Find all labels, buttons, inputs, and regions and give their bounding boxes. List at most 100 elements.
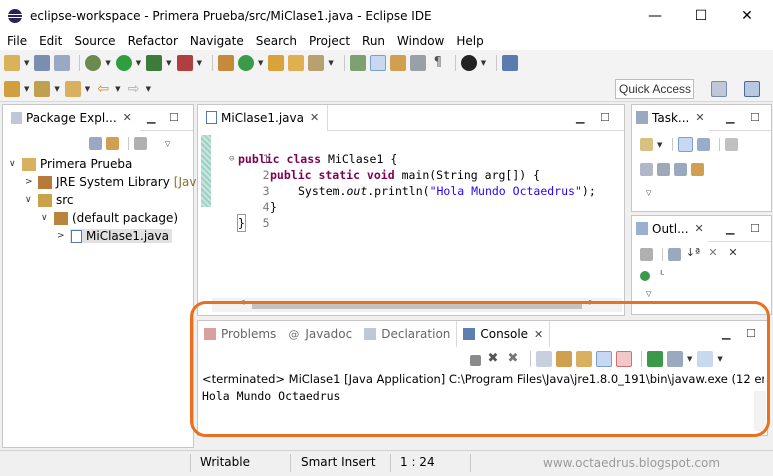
- new-java-class-icon[interactable]: [237, 55, 254, 71]
- chevron-down-icon[interactable]: ▼: [687, 355, 692, 363]
- close-button[interactable]: ✕: [724, 0, 770, 32]
- view-menu-icon[interactable]: ▽: [646, 290, 651, 298]
- menu-help[interactable]: Help: [456, 34, 483, 48]
- chevron-down-icon[interactable]: ▼: [717, 355, 722, 363]
- chevron-down-icon[interactable]: ∨: [9, 159, 19, 169]
- chevron-right-icon[interactable]: >: [57, 231, 67, 241]
- tab-declaration[interactable]: Declaration: [358, 322, 456, 346]
- hide-non-public-icon[interactable]: [640, 271, 650, 281]
- chevron-down-icon[interactable]: ▼: [54, 85, 59, 93]
- close-icon[interactable]: ✕: [534, 328, 543, 341]
- chevron-down-icon[interactable]: ▼: [166, 59, 171, 67]
- chevron-down-icon[interactable]: ▼: [146, 85, 151, 93]
- chevron-down-icon[interactable]: ▼: [115, 85, 120, 93]
- menu-project[interactable]: Project: [309, 34, 350, 48]
- coverage-icon[interactable]: [146, 55, 163, 71]
- hide-completed-icon[interactable]: [725, 138, 739, 151]
- quick-access-input[interactable]: [615, 79, 694, 99]
- tab-javadoc[interactable]: @ Javadoc: [282, 322, 358, 346]
- close-icon[interactable]: ✕: [123, 111, 132, 124]
- chevron-down-icon[interactable]: ▼: [85, 85, 90, 93]
- tab-task-list[interactable]: Task... ✕: [632, 104, 709, 131]
- forward-arrow-icon[interactable]: ⇨: [126, 81, 142, 97]
- chevron-down-icon[interactable]: ▼: [24, 85, 29, 93]
- focus-icon[interactable]: [640, 163, 653, 176]
- last-edit-icon[interactable]: [64, 81, 81, 97]
- show-on-stderr-icon[interactable]: [616, 351, 632, 367]
- clear-console-icon[interactable]: [536, 351, 552, 367]
- minimize-button[interactable]: —: [632, 0, 678, 32]
- chevron-down-icon[interactable]: ▼: [197, 59, 202, 67]
- filter-icon[interactable]: [657, 163, 670, 176]
- menu-search[interactable]: Search: [256, 34, 297, 48]
- categorized-icon[interactable]: [678, 137, 694, 152]
- maximize-button[interactable]: ☐: [678, 0, 724, 32]
- menu-edit[interactable]: Edit: [39, 34, 62, 48]
- chevron-right-icon[interactable]: >: [25, 177, 35, 187]
- close-icon[interactable]: ✕: [695, 222, 704, 235]
- next-annotation-icon[interactable]: [4, 81, 20, 97]
- menu-run[interactable]: Run: [362, 34, 385, 48]
- profile-icon[interactable]: [460, 55, 477, 71]
- show-on-stdout-icon[interactable]: [596, 351, 612, 367]
- new-icon[interactable]: [4, 55, 20, 71]
- pin-icon[interactable]: [502, 55, 519, 71]
- menu-window[interactable]: Window: [397, 34, 444, 48]
- tab-problems[interactable]: Problems: [198, 322, 282, 346]
- tab-outline[interactable]: Outl... ✕: [632, 215, 708, 242]
- tree-item-jre[interactable]: > JRE System Library [JavaS: [25, 173, 211, 191]
- scrollbar-thumb[interactable]: [252, 301, 582, 309]
- remove-launch-icon[interactable]: ✖: [485, 351, 501, 367]
- focus-icon[interactable]: [134, 137, 147, 150]
- chevron-down-icon[interactable]: ▼: [328, 59, 333, 67]
- java-perspective-icon[interactable]: [744, 81, 760, 97]
- display-selected-console-icon[interactable]: [667, 351, 683, 367]
- maximize-view-icon[interactable]: ☐: [750, 111, 760, 124]
- menu-refactor[interactable]: Refactor: [128, 34, 178, 48]
- scroll-lock-icon[interactable]: [556, 351, 572, 367]
- show-whitespace-icon[interactable]: ¶: [430, 55, 446, 71]
- new-task-icon[interactable]: [640, 138, 653, 151]
- run-icon[interactable]: [115, 55, 132, 71]
- tree-item-project[interactable]: ∨ Primera Prueba: [9, 155, 132, 173]
- horizontal-scrollbar[interactable]: < >: [212, 298, 622, 312]
- fold-toggle-icon[interactable]: ⊖: [229, 151, 234, 167]
- close-icon[interactable]: ✕: [310, 111, 319, 124]
- chevron-down-icon[interactable]: ▼: [105, 59, 110, 67]
- collapse-all-icon[interactable]: [668, 247, 681, 261]
- maximize-view-icon[interactable]: ☐: [750, 222, 760, 235]
- previous-annotation-icon[interactable]: [34, 81, 51, 97]
- view-menu-icon[interactable]: ▽: [165, 140, 170, 148]
- word-wrap-icon[interactable]: [576, 351, 592, 367]
- remove-all-terminated-icon[interactable]: ✖: [505, 351, 521, 367]
- scroll-right-icon[interactable]: >: [588, 298, 596, 308]
- chevron-down-icon[interactable]: ∨: [25, 195, 35, 205]
- maximize-view-icon[interactable]: ☐: [600, 111, 610, 124]
- back-arrow-icon[interactable]: ⇦: [95, 81, 111, 97]
- hide-local-types-icon[interactable]: ᴸ: [654, 268, 670, 284]
- external-tools-icon[interactable]: [176, 55, 193, 71]
- collapse-all-icon[interactable]: [674, 163, 687, 176]
- tree-item-file[interactable]: > MiClase1.java: [57, 227, 172, 245]
- open-type-icon[interactable]: [268, 55, 285, 71]
- terminate-icon[interactable]: [470, 354, 481, 366]
- debug-icon[interactable]: [85, 55, 102, 71]
- vertical-scrollbar[interactable]: [754, 391, 766, 431]
- minimize-view-icon[interactable]: ▁: [147, 111, 155, 124]
- console-output[interactable]: Hola Mundo Octaedrus: [202, 389, 340, 403]
- scheduled-icon[interactable]: [697, 138, 711, 151]
- close-icon[interactable]: ✕: [695, 111, 704, 124]
- minimize-view-icon[interactable]: ▁: [576, 111, 584, 124]
- chevron-down-icon[interactable]: ▼: [481, 59, 486, 67]
- save-all-icon[interactable]: [54, 55, 71, 71]
- open-console-icon[interactable]: [697, 351, 714, 367]
- hide-static-icon[interactable]: ✕: [725, 246, 741, 262]
- chevron-down-icon[interactable]: ▼: [657, 141, 662, 149]
- minimize-view-icon[interactable]: ▁: [726, 222, 734, 235]
- hide-fields-icon[interactable]: ✕: [705, 246, 721, 262]
- search-icon[interactable]: [308, 55, 325, 71]
- minimize-view-icon[interactable]: ▁: [726, 111, 734, 124]
- collapse-all-icon[interactable]: [89, 137, 102, 150]
- link-with-editor-icon[interactable]: [691, 163, 704, 176]
- tree-item-default-package[interactable]: ∨ (default package): [41, 209, 178, 227]
